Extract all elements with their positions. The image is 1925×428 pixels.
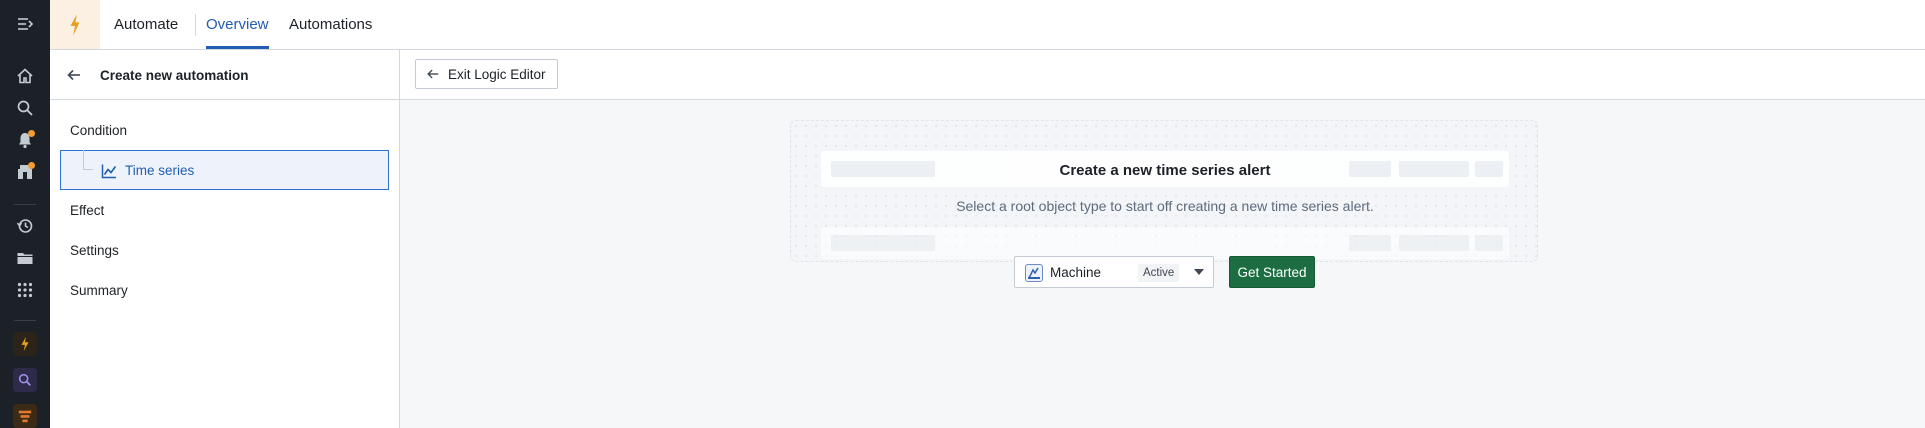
nav-item-settings[interactable]: Settings [70, 240, 119, 260]
tab-automations[interactable]: Automations [289, 0, 372, 49]
nav-item-summary[interactable]: Summary [70, 280, 128, 300]
placeholder-block [1349, 235, 1391, 251]
get-started-button[interactable]: Get Started [1229, 256, 1315, 288]
timeline-line-chart-icon [101, 164, 117, 179]
apps-grid-icon[interactable] [13, 278, 37, 302]
placeholder-block [831, 235, 935, 251]
nav-item-effect[interactable]: Effect [70, 200, 104, 220]
page-title: Create new automation [100, 67, 249, 83]
logic-editor-main: Exit Logic Editor Create a new time seri… [400, 50, 1925, 428]
rail-divider [14, 320, 36, 321]
pipeline-app-icon[interactable] [13, 404, 37, 428]
history-icon[interactable] [13, 214, 37, 238]
automation-steps-panel: Create new automation Condition Time ser… [50, 50, 400, 428]
nav-item-time-series[interactable]: Time series [60, 150, 389, 190]
status-badge: Active [1138, 264, 1180, 282]
empty-state-subtitle: Select a root object type to start off c… [956, 198, 1374, 214]
marketplace-icon[interactable] [13, 160, 37, 184]
rail-divider [14, 204, 36, 205]
search-app-icon[interactable] [13, 368, 37, 392]
tab-overview[interactable]: Overview [206, 0, 269, 49]
tree-connector [83, 150, 93, 170]
caret-down-icon [1194, 269, 1204, 275]
automate-app-icon[interactable] [13, 332, 37, 356]
exit-logic-editor-label: Exit Logic Editor [448, 66, 546, 82]
machine-object-icon [1025, 264, 1043, 282]
editor-toolbar: Exit Logic Editor [400, 50, 1925, 100]
panel-header: Create new automation [50, 50, 399, 100]
object-type-label: Machine [1050, 264, 1102, 280]
arrow-left-icon [427, 69, 439, 79]
top-bar: Automate Overview Automations [50, 0, 1925, 50]
marketplace-badge [28, 162, 35, 169]
automate-logo-icon[interactable] [50, 0, 100, 49]
notifications-icon[interactable] [13, 128, 37, 152]
back-button[interactable] [64, 65, 84, 85]
placeholder-block [1475, 235, 1503, 251]
empty-state-card: Create a new time series alert Select a … [790, 120, 1538, 262]
app-name: Automate [114, 16, 179, 33]
nav-item-label: Time series [125, 162, 195, 178]
notification-badge [28, 130, 35, 137]
folder-icon[interactable] [13, 246, 37, 270]
search-icon[interactable] [13, 96, 37, 120]
arrow-left-icon [67, 69, 80, 81]
nav-item-condition[interactable]: Condition [70, 120, 127, 140]
empty-state-title: Create a new time series alert [1059, 162, 1271, 179]
menu-expand-icon[interactable] [13, 12, 37, 36]
object-type-select[interactable]: Machine Active [1014, 256, 1214, 288]
home-icon[interactable] [13, 64, 37, 88]
global-nav-rail [0, 0, 50, 428]
placeholder-row [821, 227, 1509, 259]
top-divider [195, 14, 196, 36]
exit-logic-editor-button[interactable]: Exit Logic Editor [415, 59, 558, 89]
placeholder-block [1399, 235, 1469, 251]
